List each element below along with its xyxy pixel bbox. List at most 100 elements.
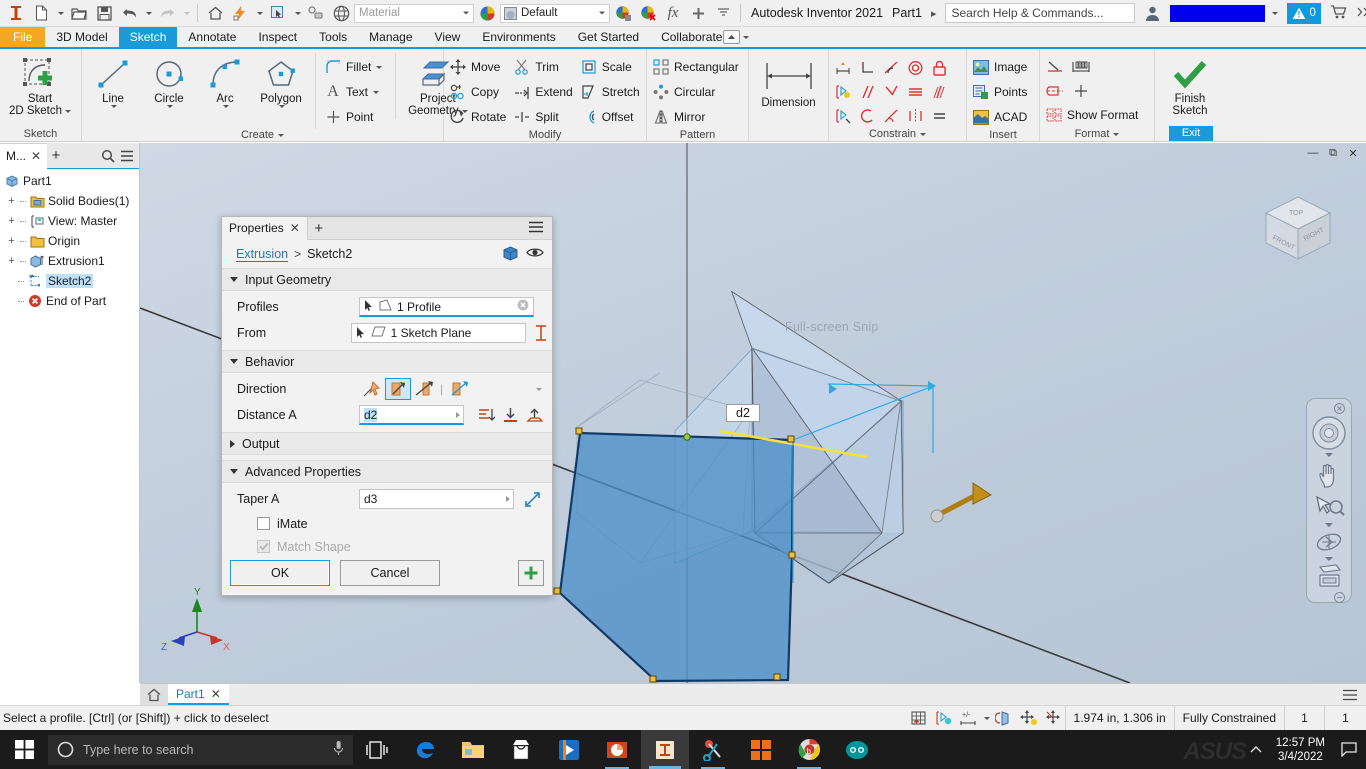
expander-icon[interactable]: + <box>6 195 17 207</box>
fillet-button[interactable]: Fillet <box>322 55 387 79</box>
return-icon[interactable] <box>304 2 328 25</box>
perpendicular-constraint-icon[interactable] <box>856 56 879 79</box>
powerpoint-icon[interactable] <box>593 730 641 769</box>
document-tab-menu[interactable] <box>1342 684 1366 705</box>
ribbon-tab-annotate[interactable]: Annotate <box>177 27 247 47</box>
distance-a-dropdown-icon[interactable] <box>456 411 460 418</box>
navbar-minimize-icon[interactable] <box>1310 592 1348 603</box>
properties-tab[interactable]: Properties ✕ <box>222 216 308 240</box>
cancel-button[interactable]: Cancel <box>340 560 440 586</box>
section-toggle-icon[interactable] <box>230 277 238 282</box>
circular-pattern-button[interactable]: Circular <box>650 80 744 104</box>
appearance-sphere-icon[interactable] <box>329 2 353 25</box>
undo-dropdown-caret-icon[interactable] <box>142 2 154 25</box>
update-dropdown-caret-icon[interactable] <box>253 2 265 25</box>
tree-node-sketch2[interactable]: Sketch2 <box>0 271 139 291</box>
horizontal-constraint-icon[interactable] <box>904 80 927 103</box>
select-icon[interactable] <box>266 2 290 25</box>
microsoft-store-icon[interactable] <box>497 730 545 769</box>
user-account-icon[interactable] <box>1144 5 1161 22</box>
scale-button[interactable]: Scale <box>578 55 645 79</box>
taper-flip-icon[interactable] <box>520 488 544 510</box>
expander-icon[interactable]: + <box>6 235 17 247</box>
construction-line-icon[interactable] <box>1043 55 1067 78</box>
properties-add-tab-icon[interactable]: + <box>308 220 330 237</box>
select-dropdown-caret-icon[interactable] <box>291 2 303 25</box>
tree-node-origin[interactable]: + Origin <box>0 231 139 251</box>
insert-image-button[interactable]: Image <box>970 55 1032 79</box>
office-icon[interactable] <box>737 730 785 769</box>
show-all-constraints-icon[interactable] <box>1043 708 1065 728</box>
viewport-minimize-icon[interactable]: — <box>1304 145 1322 161</box>
ribbon-tab-tools[interactable]: Tools <box>308 27 358 47</box>
appearance-combobox[interactable]: Default <box>500 3 610 23</box>
tray-expand-chevron-icon[interactable] <box>1245 730 1267 769</box>
viewport-close-icon[interactable]: ✕ <box>1344 145 1362 161</box>
browser-add-tab-icon[interactable]: + <box>47 146 65 166</box>
new-document-icon[interactable] <box>29 2 53 25</box>
apply-add-button[interactable] <box>518 560 544 586</box>
navbar-zoom-caret-icon[interactable] <box>1325 523 1333 527</box>
distance-measure-icon[interactable] <box>474 404 498 426</box>
clear-appearance-icon[interactable] <box>636 2 660 25</box>
arduino-icon[interactable] <box>833 730 881 769</box>
home-tab-icon[interactable] <box>140 684 168 705</box>
direction-more-caret-icon[interactable] <box>536 387 542 391</box>
insert-points-button[interactable]: Points <box>970 80 1032 104</box>
dimension-label-d2[interactable]: d2 <box>726 404 760 422</box>
ok-button[interactable]: OK <box>230 560 330 586</box>
parallel-constraint-icon[interactable] <box>856 80 879 103</box>
view-cube[interactable]: TOP FRONT RIGHT <box>1252 185 1344 273</box>
stretch-button[interactable]: Stretch <box>578 80 645 104</box>
new-dropdown-caret-icon[interactable] <box>54 2 66 25</box>
taskbar-search-input[interactable]: Type here to search <box>48 734 353 765</box>
ribbon-tab-inspect[interactable]: Inspect <box>247 27 308 47</box>
properties-tab-close-icon[interactable]: ✕ <box>290 221 300 235</box>
open-folder-icon[interactable] <box>67 2 91 25</box>
arc-button[interactable]: Arc <box>197 53 253 110</box>
constraint-visibility-icon[interactable] <box>933 708 955 728</box>
direction-asymmetric-icon[interactable] <box>446 378 472 400</box>
concentric-constraint-icon[interactable] <box>904 56 927 79</box>
distance-to-face-icon[interactable] <box>498 404 522 426</box>
zoom-magnifier-icon[interactable] <box>1310 493 1348 521</box>
line-caret-icon[interactable] <box>110 105 117 108</box>
finish-sketch-button[interactable]: Finish Sketch <box>1158 53 1222 119</box>
imate-checkbox[interactable] <box>257 517 270 530</box>
distance-a-input[interactable]: d2 <box>359 405 464 425</box>
media-player-icon[interactable] <box>545 730 593 769</box>
create-panel-caret-icon[interactable] <box>278 133 285 137</box>
constraint-settings-icon[interactable] <box>832 104 855 127</box>
tangent-constraint-icon[interactable] <box>880 56 903 79</box>
ribbon-tab-environments[interactable]: Environments <box>471 27 566 47</box>
polygon-caret-icon[interactable] <box>278 105 285 108</box>
home-icon[interactable] <box>203 2 227 25</box>
line-button[interactable]: Line <box>85 53 141 110</box>
show-format-button[interactable]: Show Format <box>1043 103 1143 127</box>
inventor-icon[interactable] <box>641 730 689 769</box>
browser-menu-icon[interactable] <box>118 146 136 166</box>
action-center-icon[interactable] <box>1334 730 1364 769</box>
snipping-tool-icon[interactable] <box>689 730 737 769</box>
section-header-input-geometry[interactable]: Input Geometry <box>222 268 552 291</box>
solid-body-toggle-icon[interactable] <box>502 245 519 264</box>
point-button[interactable]: Point <box>322 105 387 129</box>
navbar-orbit-caret-icon[interactable] <box>1325 557 1333 561</box>
ribbon-tab-3d-model[interactable]: 3D Model <box>45 27 118 47</box>
document-tab-part1[interactable]: Part1 ✕ <box>168 684 229 705</box>
section-header-advanced-properties[interactable]: Advanced Properties <box>222 460 552 483</box>
ribbon-tab-manage[interactable]: Manage <box>358 27 423 47</box>
look-at-icon[interactable] <box>1310 563 1348 591</box>
start-button-icon[interactable] <box>0 730 48 769</box>
ribbon-tab-collaborate[interactable]: Collaborate <box>650 27 733 47</box>
material-combobox[interactable]: Material <box>354 3 474 23</box>
expander-icon[interactable]: + <box>6 215 17 227</box>
section-toggle-icon[interactable] <box>230 359 238 364</box>
equal-constraint-icon[interactable] <box>928 104 951 127</box>
tree-node-extrusion1[interactable]: + Extrusion1 <box>0 251 139 271</box>
browser-tab-model[interactable]: M... ✕ <box>0 142 48 169</box>
appearance-caret-icon[interactable] <box>599 11 605 15</box>
fix-constraint-icon[interactable] <box>928 56 951 79</box>
shopping-cart-icon[interactable] <box>1330 4 1348 23</box>
row-imate[interactable]: iMate <box>222 512 552 535</box>
